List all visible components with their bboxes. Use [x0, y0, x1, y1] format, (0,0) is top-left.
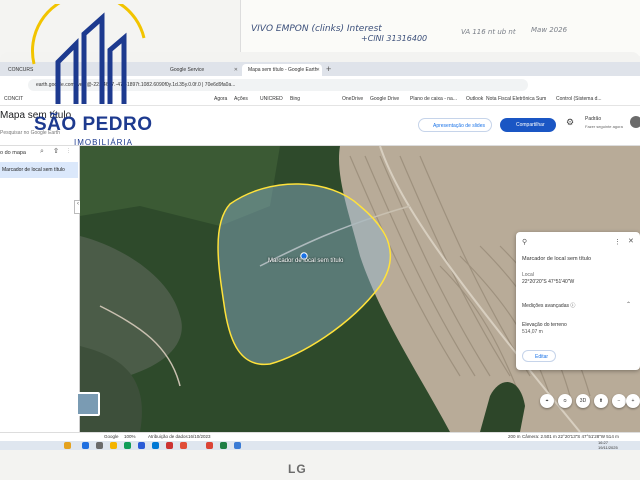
slideshow-button[interactable]: Apresentação de slides — [418, 118, 492, 132]
edit-button[interactable]: Editar — [522, 350, 556, 362]
note-line-2: +ClNI 31316400 — [361, 34, 428, 43]
profile-name: Padrão — [585, 116, 602, 122]
bookmark-item[interactable]: Bing — [290, 96, 300, 102]
note-line-1: VIVO EMPON (clinks) Interest — [251, 24, 382, 34]
bookmark-item[interactable]: OneDrive — [342, 96, 363, 102]
panel-item-placemark[interactable]: Marcador de local sem título — [0, 162, 78, 178]
share-label: Compartilhar — [516, 122, 545, 128]
google-attribution: Google — [104, 434, 119, 439]
weather-icon[interactable] — [64, 442, 71, 449]
profile-subtext: Fazer seguinte agora — [585, 124, 623, 129]
data-attribution-link[interactable]: Atribuição de dados — [148, 434, 188, 439]
logo-subtitle: IMOBILIÁRIA — [74, 138, 134, 147]
imagery-date: 16/10/2023 — [188, 434, 211, 439]
share-button[interactable]: Compartilhar — [500, 118, 556, 132]
zoom-level: 100% — [124, 434, 136, 439]
card-title: Marcador de local sem título — [522, 256, 592, 262]
close-icon[interactable]: ✕ — [628, 237, 634, 245]
chrome-icon[interactable] — [206, 442, 213, 449]
search-icon[interactable] — [96, 442, 103, 449]
logo-emblem — [30, 0, 146, 104]
app-icon[interactable] — [124, 442, 131, 449]
elevation-value: 514,07 m — [522, 329, 543, 335]
folder-icon[interactable] — [110, 442, 117, 449]
scale-bar: 200 m — [508, 434, 521, 439]
clock-date: 19/11/2025 — [598, 444, 618, 450]
bookmark-item[interactable]: Plano de caixa - na... — [410, 96, 457, 102]
layer-thumbnail-button[interactable] — [76, 392, 100, 416]
toggle-3d-button[interactable]: 3D — [576, 394, 590, 408]
handwritten-note: VIVO EMPON (clinks) Interest +ClNI 31316… — [240, 0, 640, 56]
bookmark-item[interactable]: UNICRED — [260, 96, 283, 102]
taskbar-clock: 16:27 19/11/2025 — [598, 440, 618, 450]
chevron-up-icon[interactable]: ⌃ — [626, 301, 631, 308]
start-icon[interactable] — [82, 442, 89, 449]
bookmark-item[interactable]: Sum — [536, 96, 546, 102]
location-pin-icon: ⚲ — [522, 239, 528, 246]
more-options-icon[interactable]: ⋮ — [614, 238, 621, 246]
bookmark-item[interactable]: Ações — [234, 96, 248, 102]
bookmark-item[interactable]: Nota Fiscal Eletrônica — [486, 96, 535, 102]
elevation-label: Elevação do terreno — [522, 322, 567, 328]
bookmark-item[interactable]: Outlook — [466, 96, 483, 102]
map-status-bar: Google 100% Atribuição de dados 16/10/20… — [0, 432, 640, 441]
placemark-info-card: ⚲ ⋮ ✕ Marcador de local sem título Local… — [516, 232, 640, 370]
app-icon[interactable] — [138, 442, 145, 449]
project-panel: o do mapa ⌕ ⇧ ⋮ Marcador de local sem tí… — [0, 146, 80, 432]
bookmark-item[interactable]: Google Drive — [370, 96, 399, 102]
close-icon[interactable]: ✕ — [234, 67, 238, 73]
tab-label: Mapa sem título - Google Earth — [248, 67, 318, 73]
layers-off-button[interactable]: ⦸ — [558, 394, 572, 408]
bookmark-item[interactable]: Agora — [214, 96, 227, 102]
satellite-map[interactable]: Marcador de local sem título ⚲ ⋮ ✕ Marca… — [80, 146, 640, 432]
location-label: Local — [522, 272, 534, 278]
close-icon[interactable]: ✕ — [316, 67, 320, 73]
advanced-measurements-toggle[interactable]: Medições avançadas ⓘ — [522, 302, 575, 309]
location-value: 22°20'20"S 47°51'40"W — [522, 279, 575, 285]
tab-google-service[interactable]: Google Service ✕ — [164, 64, 240, 76]
note-line-3: VA 116 nt ub nt — [461, 28, 516, 36]
tab-google-earth[interactable]: Mapa sem título - Google Earth ✕ — [242, 64, 322, 76]
zoom-out-button[interactable]: − — [612, 394, 626, 408]
panel-item-label: Marcador de local sem título — [2, 167, 65, 173]
avatar[interactable] — [630, 116, 640, 128]
logo-title: SÃO PEDRO — [34, 114, 153, 135]
compass-icon[interactable]: ⬆ — [594, 394, 608, 408]
sao-pedro-logo: SÃO PEDRO IMOBILIÁRIA — [14, 0, 164, 154]
polygon-label: Marcador de local sem título — [268, 258, 344, 264]
monitor-brand-logo: LG — [288, 462, 307, 476]
app-icon[interactable] — [234, 442, 241, 449]
edit-label: Editar — [535, 354, 549, 360]
app-icon[interactable] — [166, 442, 173, 449]
app-icon[interactable] — [180, 442, 187, 449]
windows-taskbar: 16:27 19/11/2025 — [0, 440, 640, 450]
excel-icon[interactable] — [220, 442, 227, 449]
bookmark-item[interactable]: Control (Sistema d... — [556, 96, 602, 102]
new-tab-button[interactable]: + — [326, 64, 331, 74]
camera-readout: Câmera: 2.501 m 22°20'13"S 47°51'28"W 51… — [522, 434, 619, 439]
locate-button[interactable]: ⌖ — [540, 394, 554, 408]
edge-icon[interactable] — [152, 442, 159, 449]
slideshow-label: Apresentação de slides — [433, 123, 485, 129]
zoom-in-button[interactable]: + — [626, 394, 640, 408]
note-line-4: Maw 2026 — [531, 26, 568, 34]
gear-icon[interactable]: ⚙ — [566, 117, 574, 128]
tab-label: Google Service — [170, 67, 205, 73]
